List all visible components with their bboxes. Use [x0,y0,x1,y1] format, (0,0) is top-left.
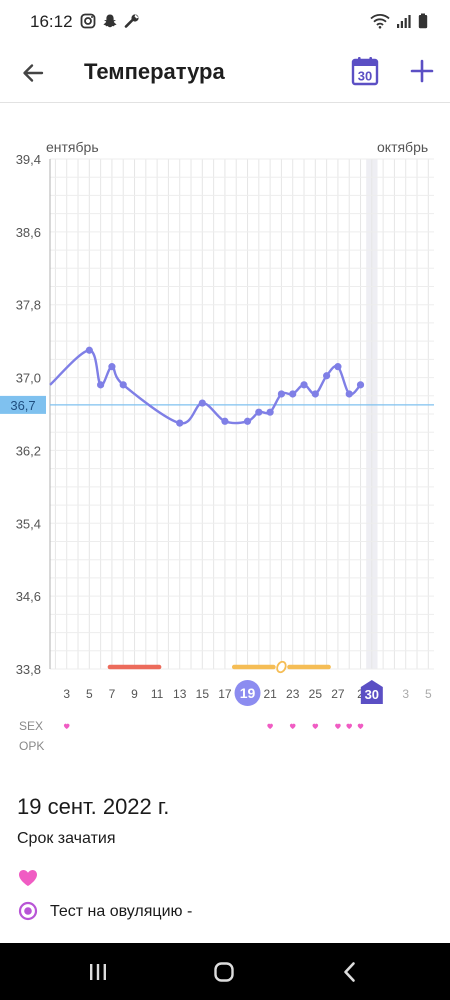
temperature-point [243,417,252,425]
x-tick-label: 7 [109,687,116,701]
temperature-point [85,346,93,354]
sex-heart-marker [63,723,70,729]
notification-icons [80,13,140,29]
temperature-point [97,381,105,389]
wifi-icon [370,14,390,29]
signal-icon [397,15,411,28]
x-tick-label: 9 [131,687,138,701]
calendar-day-number: 30 [358,69,372,84]
temperature-point [176,419,184,427]
temperature-line [49,349,362,425]
month-label: октябрь [377,139,428,155]
ovulation-marker [276,660,287,674]
snapchat-icon [103,14,117,28]
status-bar: 16:12 [0,0,450,44]
temperature-point [119,381,127,389]
x-tick-label-selected: 19 [240,685,256,701]
nav-back-icon[interactable] [335,957,365,987]
y-tick-label: 36,2 [16,443,41,458]
temperature-point [289,390,297,398]
sex-heart-marker [312,723,319,729]
back-arrow-icon[interactable] [18,58,48,88]
wrench-icon [124,14,139,28]
temperature-point [311,390,319,398]
y-tick-label: 35,4 [16,516,41,531]
selected-date: 19 сент. 2022 г. [17,794,170,819]
cycle-phase: Срок зачатия [17,830,116,847]
temperature-chart-svg[interactable]: 39,4 38,6 37,8 37,0 36,2 35,4 34,6 33,8 ентябрь о… [0,130,450,760]
temperature-point [334,363,342,371]
heart-icon [19,870,37,886]
home-icon[interactable] [209,957,239,987]
system-nav-bar [0,943,450,1000]
coverline-label: 36,7 [10,398,35,413]
y-tick-label: 39,4 [16,152,41,167]
page-title: Температура [84,59,225,84]
temperature-point [323,372,331,380]
y-tick-label: 37,8 [16,298,41,313]
row-label-opk: OPK [19,739,44,753]
x-tick-label: 13 [173,687,187,701]
x-tick-label: 27 [331,687,345,701]
x-tick-label: 17 [218,687,232,701]
sex-heart-marker [335,723,341,729]
month-label: ентябрь [46,139,99,155]
row-label-sex: SEX [19,719,43,733]
battery-icon [418,13,428,29]
instagram-icon [80,13,96,29]
x-tick-label: 15 [196,687,210,701]
calendar-icon[interactable]: 30 [351,56,379,86]
temperature-point [345,390,353,398]
temperature-point [108,363,116,371]
x-tick-label: 23 [286,687,300,701]
x-tick-label: 11 [151,687,164,701]
y-tick-label: 38,6 [16,225,41,240]
x-tick-label: 25 [309,687,323,701]
temperature-point [255,408,263,416]
system-icons [370,13,428,29]
y-tick-label: 33,8 [16,662,41,677]
status-time: 16:12 [30,12,73,31]
temperature-point [300,381,308,389]
x-tick-label: 3 [63,687,70,701]
temperature-point [277,390,286,398]
sex-heart-marker [357,723,364,729]
temperature-point [356,381,365,389]
temperature-point [198,399,206,407]
sex-heart-marker [267,723,273,729]
recents-icon[interactable] [83,957,113,987]
ovulation-test-icon [18,901,38,921]
temperature-chart[interactable]: 39,4 38,6 37,8 37,0 36,2 35,4 34,6 33,8 ентябрь о… [0,130,450,753]
temperature-point [266,408,274,416]
app-bar: Температура 30 [0,44,450,103]
sex-heart-marker [346,723,353,729]
plus-icon[interactable] [408,57,436,85]
x-tick-label-today: 30 [365,687,379,702]
x-tick-label: 3 [402,687,409,701]
ovulation-test-result: Тест на овуляцию - [50,903,193,920]
y-tick-label: 34,6 [16,589,41,604]
y-tick-label: 37,0 [16,371,41,386]
sex-heart-marker [289,723,296,729]
x-tick-label: 21 [263,687,277,701]
temperature-point [221,417,229,425]
x-tick-label: 5 [425,687,432,701]
x-tick-label: 5 [86,687,93,701]
